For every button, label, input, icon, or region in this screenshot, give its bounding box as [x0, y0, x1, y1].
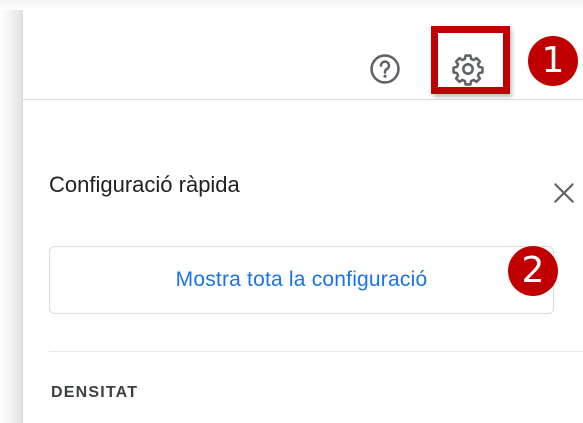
section-divider — [49, 351, 583, 352]
close-button[interactable] — [551, 180, 577, 206]
help-button[interactable] — [368, 52, 402, 86]
quick-settings-panel: 1 Configuració ràpida Mostra tota la con… — [22, 10, 583, 423]
see-all-settings-button[interactable]: Mostra tota la configuració — [49, 246, 554, 314]
help-icon — [370, 54, 400, 84]
step-1-badge: 1 — [528, 36, 578, 86]
page-edge-shadow — [0, 0, 22, 423]
close-icon — [554, 183, 574, 203]
top-edge-shadow — [0, 0, 583, 10]
density-section-header: DENSITAT — [51, 384, 139, 401]
quick-settings-title: Configuració ràpida — [49, 172, 240, 197]
top-toolbar — [23, 10, 583, 100]
settings-highlight-box — [431, 26, 510, 94]
step-2-badge: 2 — [508, 246, 558, 296]
